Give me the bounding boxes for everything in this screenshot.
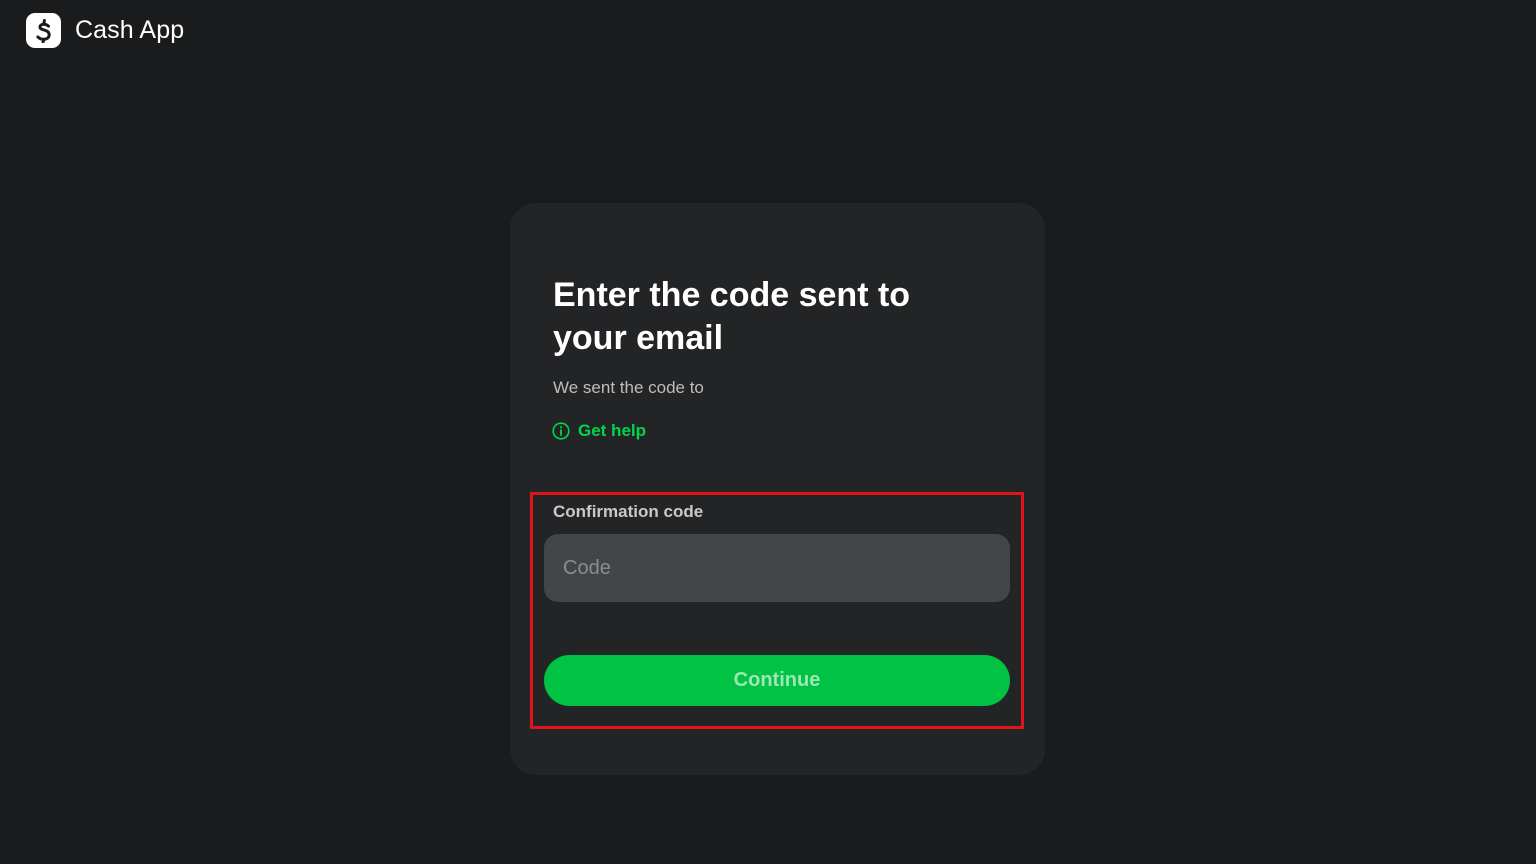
page-title: Enter the code sent to your email — [553, 276, 911, 357]
confirmation-code-label: Confirmation code — [553, 502, 704, 521]
app-header: Cash App — [26, 13, 184, 48]
verification-card: Enter the code sent to your email We sen… — [510, 203, 1045, 775]
dollar-sign-icon[interactable] — [26, 13, 61, 48]
brand-name[interactable]: Cash App — [75, 16, 184, 45]
code-sent-message: We sent the code to — [553, 378, 704, 397]
confirmation-code-input[interactable] — [544, 534, 1010, 602]
get-help-link[interactable]: Get help — [552, 421, 646, 441]
info-circle-icon — [552, 422, 570, 440]
continue-button[interactable]: Continue — [544, 655, 1010, 706]
get-help-label: Get help — [578, 421, 647, 440]
